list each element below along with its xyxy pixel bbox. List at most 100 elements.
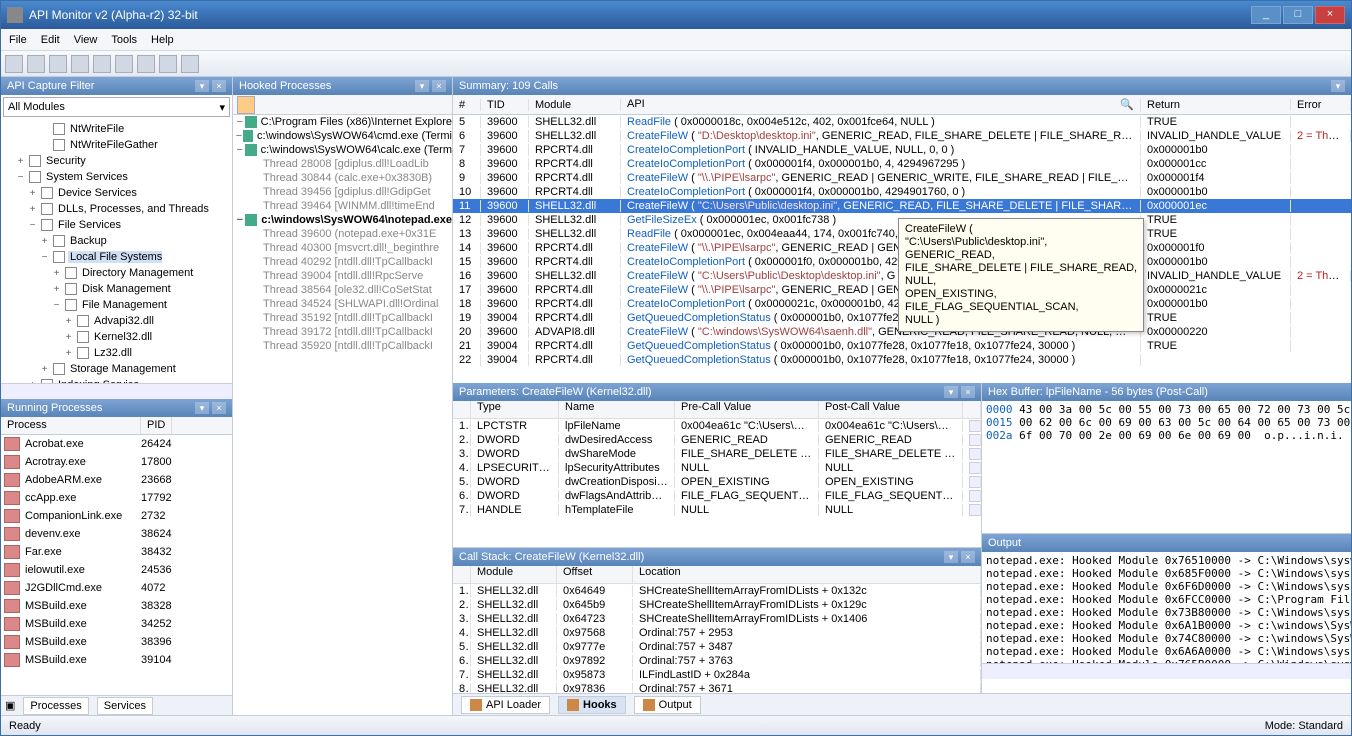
process-row[interactable]: MSBuild.exe34252 <box>1 615 232 633</box>
process-node[interactable]: −c:\windows\SysWOW64\cmd.exe (Termi <box>233 129 452 143</box>
pane-pin-button[interactable]: ▾ <box>944 386 958 398</box>
toolbar-button[interactable] <box>71 55 89 73</box>
pane-close-button[interactable]: × <box>961 386 975 398</box>
menu-file[interactable]: File <box>9 34 27 46</box>
tree-node[interactable]: +Storage Management <box>3 361 230 377</box>
tree-node[interactable]: −File Services <box>3 217 230 233</box>
param-row[interactable]: 4LPSECURITY_AT...lpSecurityAttributesNUL… <box>453 461 981 475</box>
col-name[interactable]: Name <box>559 401 675 418</box>
param-row[interactable]: 1LPCTSTRlpFileName0x004ea61c "C:\Users\P… <box>453 419 981 433</box>
param-row[interactable]: 5DWORDdwCreationDispositionOPEN_EXISTING… <box>453 475 981 489</box>
summary-row[interactable]: 739600RPCRT4.dllCreateIoCompletionPort (… <box>453 143 1351 157</box>
col-type[interactable]: Type <box>471 401 559 418</box>
menu-tools[interactable]: Tools <box>111 34 137 46</box>
process-row[interactable]: ccApp.exe17792 <box>1 489 232 507</box>
params-list[interactable]: 1LPCTSTRlpFileName0x004ea61c "C:\Users\P… <box>453 419 981 547</box>
tab-services[interactable]: Services <box>97 697 153 715</box>
thread-node[interactable]: Thread 39464 [WINMM.dll!timeEnd <box>233 199 452 213</box>
callstack-list[interactable]: 1SHELL32.dll0x64649SHCreateShellItemArra… <box>453 584 981 693</box>
thread-node[interactable]: Thread 35920 [ntdll.dll!TpCallbackI <box>233 339 452 353</box>
param-row[interactable]: 6DWORDdwFlagsAndAttributesFILE_FLAG_SEQU… <box>453 489 981 503</box>
tree-node[interactable]: +Advapi32.dll <box>3 313 230 329</box>
col-cs-location[interactable]: Location <box>633 566 981 583</box>
tree-node[interactable]: +Lz32.dll <box>3 345 230 361</box>
col-pid[interactable]: PID <box>141 417 172 434</box>
col-precall[interactable]: Pre-Call Value <box>675 401 819 418</box>
col-module[interactable]: Module <box>529 99 621 111</box>
modules-combo[interactable]: All Modules ▾ <box>3 97 230 117</box>
thread-node[interactable]: Thread 35192 [ntdll.dll!TpCallbackI <box>233 311 452 325</box>
process-row[interactable]: AdobeARM.exe23668 <box>1 471 232 489</box>
toolbar-button[interactable] <box>115 55 133 73</box>
thread-node[interactable]: Thread 39456 [gdiplus.dll!GdipGet <box>233 185 452 199</box>
tab-output[interactable]: Output <box>634 696 701 714</box>
thread-node[interactable]: Thread 39172 [ntdll.dll!TpCallbackI <box>233 325 452 339</box>
menu-view[interactable]: View <box>74 34 98 46</box>
toolbar-button[interactable] <box>49 55 67 73</box>
col-return[interactable]: Return <box>1141 99 1291 111</box>
callstack-row[interactable]: 2SHELL32.dll0x645b9SHCreateShellItemArra… <box>453 598 981 612</box>
process-row[interactable]: Acrotray.exe17800 <box>1 453 232 471</box>
thread-node[interactable]: Thread 39004 [ntdll.dll!RpcServe <box>233 269 452 283</box>
thread-node[interactable]: Thread 28008 [gdiplus.dll!LoadLib <box>233 157 452 171</box>
callstack-row[interactable]: 6SHELL32.dll0x97892Ordinal:757 + 3763 <box>453 654 981 668</box>
toolbar-button[interactable] <box>27 55 45 73</box>
summary-row[interactable]: 2239004RPCRT4.dllGetQueuedCompletionStat… <box>453 353 1351 367</box>
tree-node[interactable]: +Directory Management <box>3 265 230 281</box>
output-log[interactable]: notepad.exe: Hooked Module 0x76510000 ->… <box>982 552 1351 663</box>
thread-node[interactable]: Thread 38564 [ole32.dll!CoSetStat <box>233 283 452 297</box>
maximize-button[interactable]: □ <box>1283 6 1313 24</box>
filter-tree[interactable]: NtWriteFileNtWriteFileGather+Security−Sy… <box>1 119 232 383</box>
thread-node[interactable]: Thread 40292 [ntdll.dll!TpCallbackI <box>233 255 452 269</box>
summary-row[interactable]: 839600RPCRT4.dllCreateIoCompletionPort (… <box>453 157 1351 171</box>
callstack-row[interactable]: 4SHELL32.dll0x97568Ordinal:757 + 2953 <box>453 626 981 640</box>
col-cs-module[interactable]: Module <box>471 566 557 583</box>
pane-menu-button[interactable]: ▾ <box>1331 80 1345 92</box>
param-row[interactable]: 7HANDLEhTemplateFileNULLNULL <box>453 503 981 517</box>
process-row[interactable]: Acrobat.exe26424 <box>1 435 232 453</box>
summary-row[interactable]: 639600SHELL32.dllCreateFileW ( "D:\Deskt… <box>453 129 1351 143</box>
process-row[interactable]: Far.exe38432 <box>1 543 232 561</box>
param-row[interactable]: 2DWORDdwDesiredAccessGENERIC_READGENERIC… <box>453 433 981 447</box>
pane-pin-button[interactable]: ▾ <box>195 402 209 414</box>
tree-node[interactable]: −File Management <box>3 297 230 313</box>
process-node[interactable]: −C:\Program Files (x86)\Internet Explore <box>233 115 452 129</box>
col-tid[interactable]: TID <box>481 99 529 111</box>
process-row[interactable]: MSBuild.exe38328 <box>1 597 232 615</box>
pane-close-button[interactable]: × <box>212 402 226 414</box>
callstack-row[interactable]: 3SHELL32.dll0x64723SHCreateShellItemArra… <box>453 612 981 626</box>
process-row[interactable]: ielowutil.exe24536 <box>1 561 232 579</box>
summary-row[interactable]: 939600RPCRT4.dllCreateFileW ( "\\.\PIPE\… <box>453 171 1351 185</box>
col-cs-offset[interactable]: Offset <box>557 566 633 583</box>
process-row[interactable]: devenv.exe38624 <box>1 525 232 543</box>
callstack-row[interactable]: 8SHELL32.dll0x97836Ordinal:757 + 3671 <box>453 682 981 693</box>
minimize-button[interactable]: _ <box>1251 6 1281 24</box>
h-scrollbar[interactable] <box>1 383 232 399</box>
tree-node[interactable]: +Kernel32.dll <box>3 329 230 345</box>
pane-pin-button[interactable]: ▾ <box>944 551 958 563</box>
pane-close-button[interactable]: × <box>212 80 226 92</box>
process-list[interactable]: Acrobat.exe26424Acrotray.exe17800AdobeAR… <box>1 435 232 695</box>
tree-node[interactable]: +Security <box>3 153 230 169</box>
process-row[interactable]: CompanionLink.exe2732 <box>1 507 232 525</box>
menu-help[interactable]: Help <box>151 34 174 46</box>
detail-icon[interactable] <box>969 462 981 474</box>
toolbar-button[interactable] <box>159 55 177 73</box>
detail-icon[interactable] <box>969 504 981 516</box>
h-scrollbar[interactable] <box>982 663 1351 679</box>
thread-node[interactable]: Thread 30844 (calc.exe+0x3830B) <box>233 171 452 185</box>
process-row[interactable]: MSBuild.exe38396 <box>1 633 232 651</box>
tree-node[interactable]: NtWriteFile <box>3 121 230 137</box>
thread-node[interactable]: Thread 39600 (notepad.exe+0x31E <box>233 227 452 241</box>
toolbar-button[interactable] <box>93 55 111 73</box>
tree-node[interactable]: +Device Services <box>3 185 230 201</box>
col-index[interactable]: # <box>453 99 481 111</box>
toolbar-button[interactable] <box>5 55 23 73</box>
pane-pin-button[interactable]: ▾ <box>195 80 209 92</box>
callstack-row[interactable]: 7SHELL32.dll0x95873ILFindLastID + 0x284a <box>453 668 981 682</box>
detail-icon[interactable] <box>969 434 981 446</box>
detail-icon[interactable] <box>969 448 981 460</box>
col-error[interactable]: Error <box>1291 99 1351 111</box>
process-node[interactable]: −c:\windows\SysWOW64\calc.exe (Term <box>233 143 452 157</box>
col-process[interactable]: Process <box>1 417 141 434</box>
